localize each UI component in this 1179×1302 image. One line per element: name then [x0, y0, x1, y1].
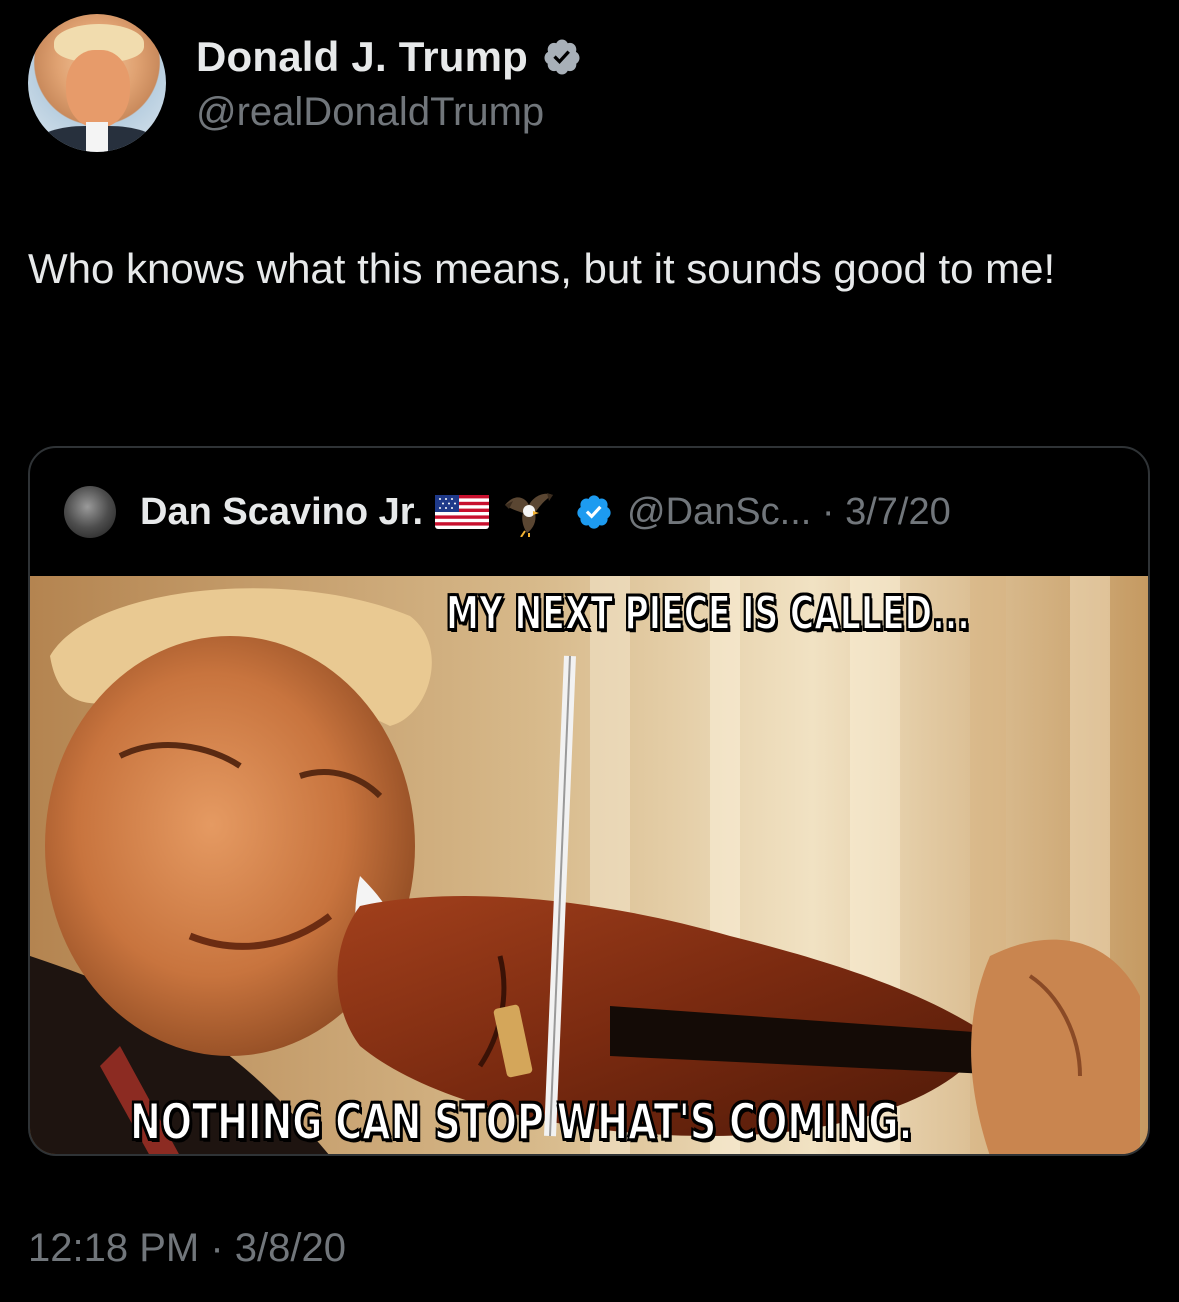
quoted-verified-badge-icon: [577, 495, 611, 529]
tweet-timestamp[interactable]: 12:18 PM · 3/8/20: [28, 1226, 346, 1271]
meme-image[interactable]: MY NEXT PIECE IS CALLED... NOTHING CAN S…: [30, 576, 1148, 1154]
verified-badge-icon: [544, 39, 580, 75]
quoted-author-display-name: Dan Scavino Jr.: [140, 490, 424, 533]
meme-caption-bottom: NOTHING CAN STOP WHAT'S COMING.: [129, 1092, 913, 1152]
author-display-name[interactable]: Donald J. Trump: [196, 33, 528, 81]
author-info: Donald J. Trump @realDonaldTrump: [196, 30, 582, 135]
meme-caption-top: MY NEXT PIECE IS CALLED...: [445, 585, 970, 641]
eagle-icon: [505, 493, 554, 537]
quoted-author-handle-date: @DanSc... · 3/7/20: [627, 490, 951, 533]
quoted-tweet-card[interactable]: Dan Scavino Jr. @DanSc... · 3/7/20 MY NE…: [28, 446, 1150, 1156]
tweet-text: Who knows what this means, but it sounds…: [28, 245, 1056, 292]
us-flag-icon: [435, 495, 490, 529]
author-avatar[interactable]: [28, 14, 166, 152]
quoted-author-avatar: [64, 486, 116, 538]
quoted-tweet-header: Dan Scavino Jr. @DanSc... · 3/7/20: [30, 448, 1148, 576]
tweet-detail: Donald J. Trump @realDonaldTrump Who kno…: [0, 0, 1179, 1302]
author-handle[interactable]: @realDonaldTrump: [196, 90, 582, 135]
meme-illustration: [30, 576, 1148, 1154]
